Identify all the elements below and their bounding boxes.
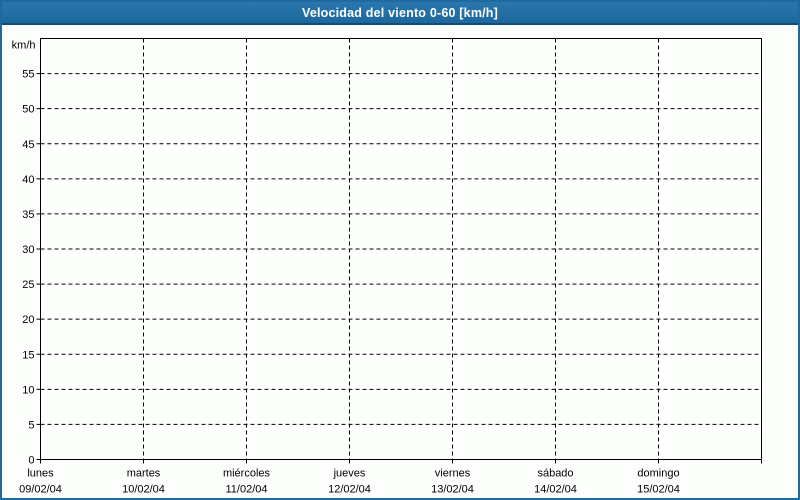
y-tick-label: 20: [22, 314, 34, 326]
x-day-label: martes: [127, 468, 161, 480]
y-tick-label: 40: [22, 174, 34, 186]
y-tick-label: 45: [22, 139, 34, 151]
x-date-label: 10/02/04: [122, 484, 165, 496]
x-date-label: 14/02/04: [534, 484, 577, 496]
y-tick-label: 50: [22, 104, 34, 116]
x-day-label: miércoles: [223, 468, 271, 480]
y-tick-label: 10: [22, 384, 34, 396]
y-tick-label: 30: [22, 244, 34, 256]
x-date-label: 13/02/04: [431, 484, 474, 496]
y-tick-label: 0: [28, 455, 34, 467]
y-tick-label: 55: [22, 69, 34, 81]
plot-svg: 0 5 10 15 20 25 30 35 40 45 50 55 km/h lunes 09/02/04 m…: [12, 38, 762, 496]
x-day-label: domingo: [637, 468, 679, 480]
y-tick-label: 35: [22, 209, 34, 221]
x-day-label: sábado: [537, 468, 573, 480]
x-date-label: 15/02/04: [637, 484, 680, 496]
y-tick-label: 5: [28, 419, 34, 431]
x-date-label: 12/02/04: [328, 484, 371, 496]
y-tick-label: 25: [22, 279, 34, 291]
chart-window: Velocidad del viento 0-60 [km/h] 0 5 10 15 2…: [0, 0, 800, 500]
y-axis-unit-label: km/h: [12, 40, 36, 52]
x-date-label: 11/02/04: [225, 484, 267, 496]
y-tick-label: 15: [22, 349, 34, 361]
x-day-label: jueves: [333, 468, 366, 480]
x-date-label: 09/02/04: [19, 484, 62, 496]
x-day-label: viernes: [435, 468, 471, 480]
x-day-label: lunes: [27, 468, 54, 480]
